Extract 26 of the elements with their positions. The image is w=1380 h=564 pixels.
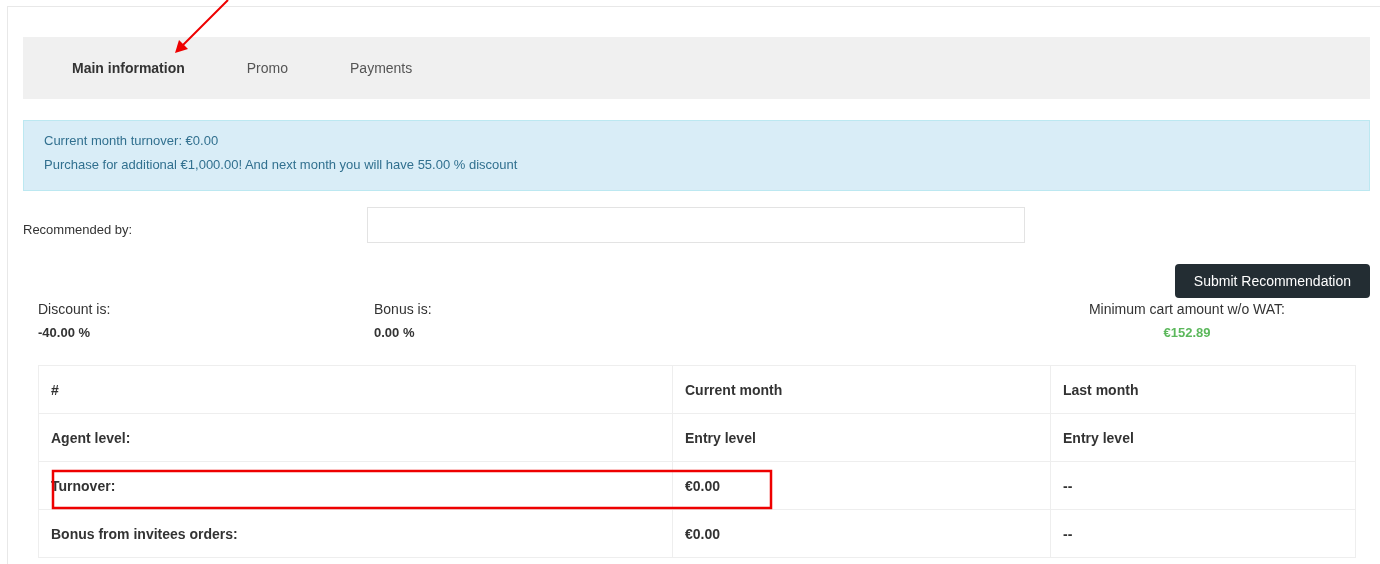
- table-cell: Agent level:: [38, 413, 673, 462]
- tab[interactable]: Payments: [350, 56, 413, 80]
- field-label: Recommended by:: [23, 220, 134, 237]
- alert-text: Purchase for additional €1,000.00! And next month you will have 55.00 % discount: [44, 157, 519, 173]
- stat-value: 0.00 %: [374, 325, 415, 341]
- stat-label: Minimum cart amount w/o WAT:: [1088, 301, 1285, 317]
- stat-value: €152.89: [1163, 325, 1211, 341]
- table-cell: Entry level: [1050, 413, 1356, 462]
- stat-label: Bonus is:: [374, 301, 432, 317]
- table-cell: --: [1050, 461, 1356, 510]
- table-cell: Entry level: [672, 413, 1051, 462]
- column-header: #: [38, 365, 673, 414]
- table-cell: €0.00: [672, 461, 1051, 510]
- tab[interactable]: Main information: [72, 56, 185, 80]
- submit-button[interactable]: Submit Recommendation: [1174, 264, 1370, 298]
- tab[interactable]: Promo: [246, 56, 288, 80]
- alert-text: Current month turnover: €0.00: [44, 133, 220, 149]
- table-cell: Bonus from invitees orders:: [38, 509, 673, 558]
- annotation-arrow: [175, 0, 229, 53]
- input-field[interactable]: [367, 207, 1025, 243]
- column-header: Current month: [672, 365, 1051, 414]
- column-header: Last month: [1050, 365, 1356, 414]
- table-cell: --: [1050, 509, 1356, 558]
- stat-label: Discount is:: [38, 301, 111, 317]
- stat-value: -40.00 %: [38, 325, 91, 341]
- table-cell: €0.00: [672, 509, 1051, 558]
